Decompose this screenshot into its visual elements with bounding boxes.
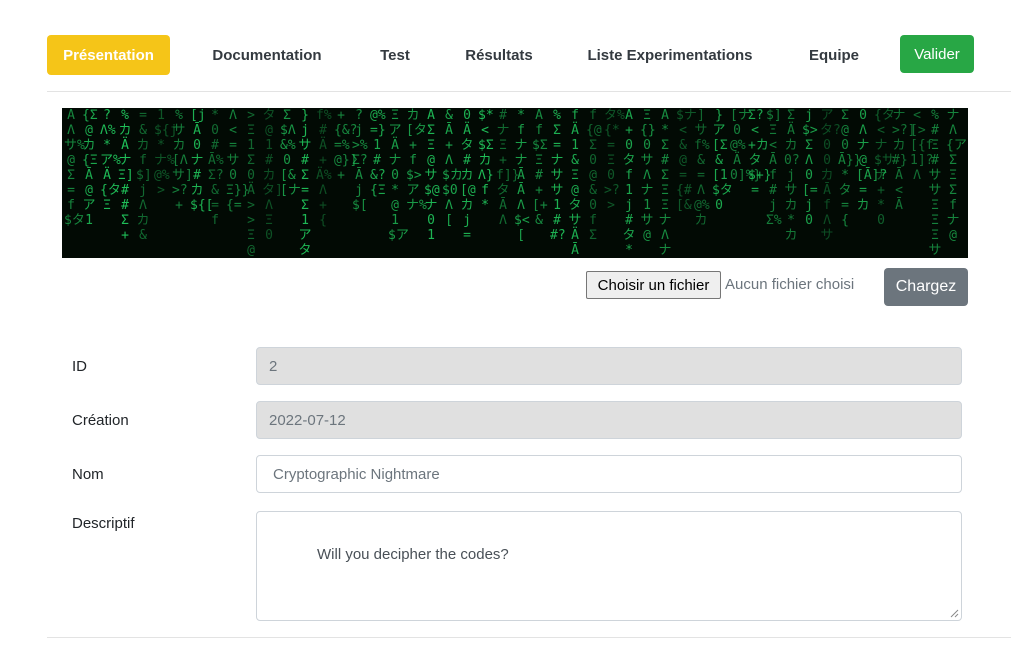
code-rain-column: %#Ξ#ササΞΞΞサ [928, 108, 942, 258]
code-rain-column: j$>ΣΛ0[=j0 [802, 108, 818, 228]
validate-button[interactable]: Valider [900, 35, 974, 73]
name-input[interactable]: Cryptographic Nightmare [256, 455, 962, 493]
top-navbar: Présentation Documentation Test Résultat… [47, 35, 974, 75]
tab-presentation[interactable]: Présentation [47, 35, 170, 75]
code-rain-column: タ%{*=Ξ0>?> [604, 108, 625, 213]
code-rain-column: カ[タ+f$>アナ% [406, 108, 427, 213]
code-rain-column: [ナ0@%Ä0]%} [730, 108, 762, 183]
tab-team[interactable]: Equipe [799, 35, 869, 75]
code-rain-column: *0#Ā%Σ?&=f [208, 108, 224, 228]
resize-grip-icon[interactable] [949, 608, 959, 618]
created-label: Création [72, 412, 129, 429]
footer-divider [47, 637, 1011, 638]
code-rain-column: %カÄナΞ]##Σ+ [118, 108, 134, 243]
code-rain-column: @%=}1#&?{Ξ [370, 108, 386, 198]
code-rain-column: 0Λナ@[Ā]?=カ [856, 108, 888, 213]
code-rain-column: #ナΞ+f]}タĀΛ [496, 108, 520, 228]
tab-documentation[interactable]: Documentation [197, 35, 337, 75]
name-label: Nom [72, 466, 104, 483]
code-rain-column: Σ$Λ&%0[&[ナ [280, 108, 301, 198]
code-rain-column: }jサ#Σ=Σ1アタ [298, 108, 312, 258]
tab-results[interactable]: Résultats [457, 35, 541, 75]
description-label: Descriptif [72, 515, 135, 532]
code-rain-column: Äf$ΣΞ#+[+& [532, 108, 548, 228]
code-rain-column: ナ>?]カ#}Ā<Ā [892, 108, 916, 213]
description-value: Will you decipher the codes? [317, 546, 509, 563]
header-divider [47, 91, 1011, 92]
code-rain-column: $ナ<&@={#[& [676, 108, 697, 213]
code-rain-column: ]サf%&=Λ@%カ [694, 108, 710, 228]
code-rain-column: +{&?=%@}]+ [334, 108, 358, 183]
code-rain-column: アタ?00カĀfΛサ [820, 108, 841, 243]
code-rain-column: }ア[Σ&[1$タ0 [712, 108, 733, 213]
code-rain-column: ナΛ{アΣΞΣfナ@ [946, 108, 967, 243]
code-rain-column: ?j>%Σ?Āj$[ [352, 108, 368, 213]
code-rain-column: f{@Σ0@&0fΣ [586, 108, 602, 243]
code-rain-column: *fナナĀĀΛ$<[ [514, 108, 530, 243]
file-status-text: Aucun fichier choisi [725, 276, 855, 293]
choose-file-button[interactable]: Choisir un fichier [586, 271, 721, 299]
code-rain-column: {Σ@カ{ΞĀ@ア1 [82, 108, 98, 228]
code-rain-column: タ@1#カタ]ΛΞ0 [262, 108, 283, 243]
code-rain-column: %Σ=ナササ1##? [550, 108, 566, 243]
banner-image: ĀΛサ%@Σ=f$タ {Σ@カ{ΞĀ@ア1 ?Λ%*ア%Ä{タΞ %カÄナΞ]##Σ+… [62, 108, 968, 258]
code-rain-column: f%#Ä+Ä%Λ+{ [316, 108, 332, 228]
code-rain-column: ĀΛサ%@Σ=f$タ [64, 108, 85, 228]
code-rain-column: Λ<=サ0Ξ}}{= [226, 108, 250, 213]
code-rain-column: 0Äタ#カ[@カj= [460, 108, 476, 243]
tab-test[interactable]: Test [367, 35, 423, 75]
code-rain-column: Ä*Σ#ΣΞΞナΛナ [658, 108, 672, 258]
code-rain-column: Ā+0タf1j#タ* [622, 108, 636, 258]
code-rain-column: ΞアÄナ0*@1$ア [388, 108, 409, 243]
tab-experiments-list[interactable]: Liste Experimentations [577, 35, 763, 75]
code-rain-column: Σ@0Ā}}*タ={ [838, 108, 862, 228]
code-rain-column: Σ?<+カタ$+}= [748, 108, 772, 198]
code-rain-column: &Ā+Λ$カ$0Λ[ [442, 108, 463, 228]
code-rain-column: fÄ1&Ξ@タサÄĀ [568, 108, 582, 258]
code-rain-column: >Ξ1Σ0Ä>>Ξ@ [247, 108, 255, 258]
code-rain-column: %サカ[Λサ]>?+ [172, 108, 193, 213]
code-rain-column: 1${j*ナ%@%> [154, 108, 178, 198]
name-value: Cryptographic Nightmare [273, 465, 440, 483]
code-rain-column: Ξ{}0サΛナ1サ@ [640, 108, 656, 243]
id-label: ID [72, 358, 87, 375]
code-rain-column: ?Λ%*ア%Ä{タΞ [100, 108, 121, 213]
created-field: 2022-07-12 [256, 401, 962, 439]
code-rain-column: $]Ξ<Āf#jΣ% [766, 108, 782, 228]
code-rain-column: =&カf$]jΛカ& [136, 108, 152, 243]
description-textarea[interactable]: Will you decipher the codes? [256, 511, 962, 621]
id-field: 2 [256, 347, 962, 385]
code-rain-column: [jĀ0ナ#カ${[ [190, 108, 214, 213]
created-value: 2022-07-12 [269, 411, 346, 429]
code-rain-column: ĀΣΞ@サ$@ナ01 [424, 108, 440, 243]
code-rain-column: <[>[{f1]?Λ [910, 108, 934, 183]
code-rain-column: {タ<ナ$サナ+*0 [874, 108, 895, 228]
code-rain-column: $*<$ΣカΛ}f* [478, 108, 494, 213]
id-value: 2 [269, 357, 278, 375]
code-rain-column: ΣÄカ0?jサカ*カ [784, 108, 800, 243]
upload-button[interactable]: Chargez [884, 268, 968, 306]
